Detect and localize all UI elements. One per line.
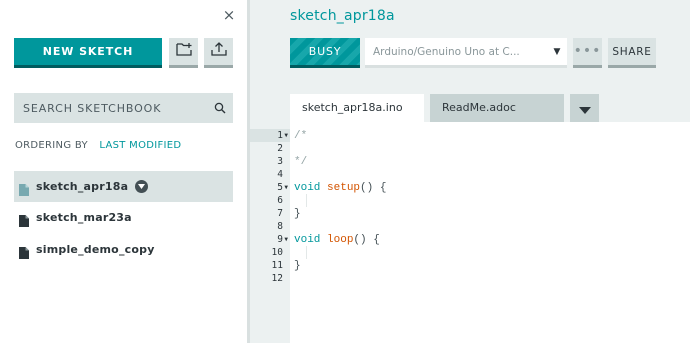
new-folder-button[interactable] xyxy=(169,38,198,68)
sketch-title: sketch_apr18a xyxy=(290,8,395,24)
sketch-name: sketch_mar23a xyxy=(36,211,132,224)
file-icon xyxy=(19,212,29,227)
ordering-label: ORDERING BY xyxy=(15,140,88,151)
new-folder-icon xyxy=(175,42,192,61)
fold-arrow-icon[interactable]: ▼ xyxy=(284,236,288,243)
upload-button[interactable] xyxy=(204,38,233,68)
new-sketch-button[interactable]: NEW SKETCH xyxy=(14,38,162,68)
code-line[interactable]: /* xyxy=(294,130,307,143)
sketch-name: simple_demo_copy xyxy=(36,243,155,256)
ordering-row: ORDERING BY LAST MODIFIED xyxy=(15,140,181,151)
line-number: 4 xyxy=(277,169,283,180)
code-line[interactable]: } xyxy=(294,260,301,273)
tabs-menu-button[interactable] xyxy=(570,94,599,122)
tab-readme[interactable]: ReadMe.adoc xyxy=(430,94,564,122)
file-icon xyxy=(19,244,29,259)
caret-down-icon xyxy=(578,99,591,118)
ordering-dropdown[interactable]: LAST MODIFIED xyxy=(99,140,181,151)
line-number: 12 xyxy=(271,273,283,284)
indent-guide xyxy=(306,246,307,259)
code-editor[interactable] xyxy=(290,122,690,343)
sketch-list-item[interactable]: sketch_mar23a xyxy=(14,202,233,233)
code-line[interactable]: } xyxy=(294,208,301,221)
line-number: 10 xyxy=(271,247,283,258)
code-line[interactable]: void setup() { xyxy=(294,182,386,195)
share-button[interactable]: SHARE xyxy=(608,38,656,68)
line-number: 3 xyxy=(277,156,283,167)
search-sketchbook-input[interactable]: SEARCH SKETCHBOOK xyxy=(14,93,233,123)
board-select-value: Arduino/Genuino Uno at C... xyxy=(373,45,520,58)
line-number: 11 xyxy=(271,260,283,271)
search-icon[interactable] xyxy=(207,102,233,114)
search-label: SEARCH SKETCHBOOK xyxy=(23,101,162,115)
busy-button[interactable]: BUSY xyxy=(290,38,360,68)
close-icon[interactable]: × xyxy=(221,6,237,24)
upload-icon xyxy=(210,42,227,61)
sketch-name: sketch_apr18a xyxy=(36,180,129,193)
fold-arrow-icon[interactable]: ▼ xyxy=(284,132,288,139)
sketchbook-sidebar: × NEW SKETCH SEARCH SKETCHBOOK ORDERING … xyxy=(0,0,247,343)
tab-sketch-ino[interactable]: sketch_apr18a.ino xyxy=(290,94,424,122)
file-icon xyxy=(19,181,29,196)
line-number: 6 xyxy=(277,195,283,206)
line-number: 8 xyxy=(277,221,283,232)
code-line[interactable]: */ xyxy=(294,156,307,169)
line-number: 1 ▼ xyxy=(250,129,290,142)
more-options-button[interactable]: ••• xyxy=(573,38,602,68)
indent-guide xyxy=(306,194,307,207)
chevron-down-icon[interactable] xyxy=(135,180,149,193)
board-select[interactable]: Arduino/Genuino Uno at C... ▼ xyxy=(365,38,567,68)
line-number: 5 ▼ xyxy=(277,182,288,193)
fold-arrow-icon[interactable]: ▼ xyxy=(284,184,288,191)
code-line[interactable]: void loop() { xyxy=(294,234,380,247)
sketch-list-item[interactable]: simple_demo_copy xyxy=(14,234,233,265)
caret-down-icon: ▼ xyxy=(553,46,561,57)
line-number: 2 xyxy=(277,143,283,154)
line-number: 9 ▼ xyxy=(277,234,288,245)
line-number: 7 xyxy=(277,208,283,219)
sketch-list-item[interactable]: sketch_apr18a xyxy=(14,171,233,202)
